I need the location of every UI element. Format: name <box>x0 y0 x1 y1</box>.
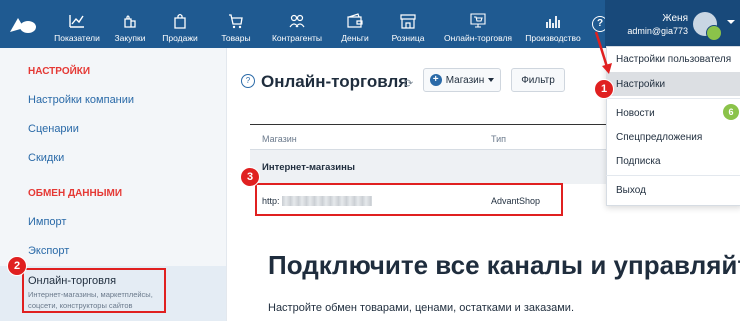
nav-label: Продажи <box>162 33 198 43</box>
dropdown-item-settings[interactable]: Настройки <box>616 79 665 90</box>
nav-item-production[interactable]: Производство <box>520 0 586 48</box>
annotation-badge-3: 3 <box>240 167 260 187</box>
filter-button[interactable]: Фильтр <box>511 68 565 92</box>
chevron-down-icon[interactable] <box>727 20 735 24</box>
user-email: admin@gia773 <box>627 26 688 36</box>
annotation-badge-2: 2 <box>7 256 27 276</box>
user-name: Женя <box>662 13 688 24</box>
news-count-badge: 6 <box>723 104 739 120</box>
sidebar-item-import[interactable]: Импорт <box>28 216 66 228</box>
factory-icon <box>546 16 560 28</box>
store-dropdown-button[interactable]: + Магазин <box>423 68 501 92</box>
column-header-type: Тип <box>491 134 507 144</box>
sidebar-item-company-settings[interactable]: Настройки компании <box>28 94 134 106</box>
wallet-icon <box>347 13 363 28</box>
nav-item-goods[interactable]: Товары <box>212 0 260 48</box>
chart-line-icon <box>69 15 84 28</box>
nav-item-contractors[interactable]: Контрагенты <box>266 0 328 48</box>
store-button-label: Магазин <box>445 74 485 86</box>
nav-label: Контрагенты <box>271 33 323 43</box>
nav-item-sales[interactable]: Продажи <box>152 0 208 48</box>
refresh-icon[interactable]: ⟳ <box>404 77 413 90</box>
dropdown-item-subscription[interactable]: Подписка <box>616 156 661 167</box>
nav-label: Онлайн-торговля <box>443 33 513 43</box>
sidebar-item-scenarios[interactable]: Сценарии <box>28 123 79 135</box>
nav-label: Розница <box>391 33 425 43</box>
nav-label: Товары <box>221 33 251 43</box>
dropdown-item-logout[interactable]: Выход <box>616 185 646 196</box>
nav-label: Производство <box>525 33 581 43</box>
nav-item-indicators[interactable]: Показатели <box>46 0 108 48</box>
nav-label: Показатели <box>54 33 100 43</box>
people-icon <box>289 14 305 28</box>
annotation-badge-1: 1 <box>594 79 614 99</box>
sidebar-section-settings: НАСТРОЙКИ <box>28 66 91 77</box>
nav-label: Закупки <box>114 33 146 43</box>
shopping-bag-icon <box>174 13 186 29</box>
nav-label: Деньги <box>341 33 369 43</box>
dropdown-divider <box>606 98 740 99</box>
dropdown-divider <box>606 175 740 176</box>
group-label: Интернет-магазины <box>262 162 355 173</box>
user-dropdown-menu <box>606 46 740 206</box>
dropdown-item-special-offers[interactable]: Спецпредложения <box>616 132 702 143</box>
help-icon[interactable]: ? <box>241 74 255 88</box>
sidebar-item-export[interactable]: Экспорт <box>28 245 69 257</box>
chevron-down-icon <box>488 78 495 82</box>
user-menu-toggle[interactable] <box>605 0 740 48</box>
dropdown-item-user-settings[interactable]: Настройки пользователя <box>616 54 731 65</box>
logo-icon[interactable] <box>8 14 38 34</box>
store-icon <box>400 14 416 29</box>
highlight-box-3 <box>255 183 563 216</box>
hero-heading: Подключите все каналы и управляйте <box>268 250 740 280</box>
hero-subtext: Настройте обмен товарами, ценами, остатк… <box>268 302 575 314</box>
annotation-arrow-icon <box>594 31 612 74</box>
sidebar-item-discounts[interactable]: Скидки <box>28 152 64 164</box>
highlight-box-2 <box>22 268 166 313</box>
page-title: Онлайн-торговля <box>261 72 409 91</box>
cart-icon <box>229 14 243 29</box>
nav-item-money[interactable]: Деньги <box>334 0 376 48</box>
nav-item-retail[interactable]: Розница <box>384 0 432 48</box>
dropdown-item-news[interactable]: Новости <box>616 108 655 119</box>
nav-item-online-trade[interactable]: Онлайн-торговля <box>438 0 518 48</box>
column-header-store: Магазин <box>262 134 297 144</box>
table-top-border <box>250 124 606 125</box>
notes-badge-icon <box>706 25 722 41</box>
filter-button-label: Фильтр <box>521 74 555 86</box>
online-store-icon <box>470 13 486 28</box>
plus-icon: + <box>429 74 442 86</box>
nav-item-purchases[interactable]: Закупки <box>108 0 152 48</box>
sidebar-section-data-exchange: ОБМЕН ДАННЫМИ <box>28 188 123 199</box>
bags-icon <box>124 15 136 28</box>
